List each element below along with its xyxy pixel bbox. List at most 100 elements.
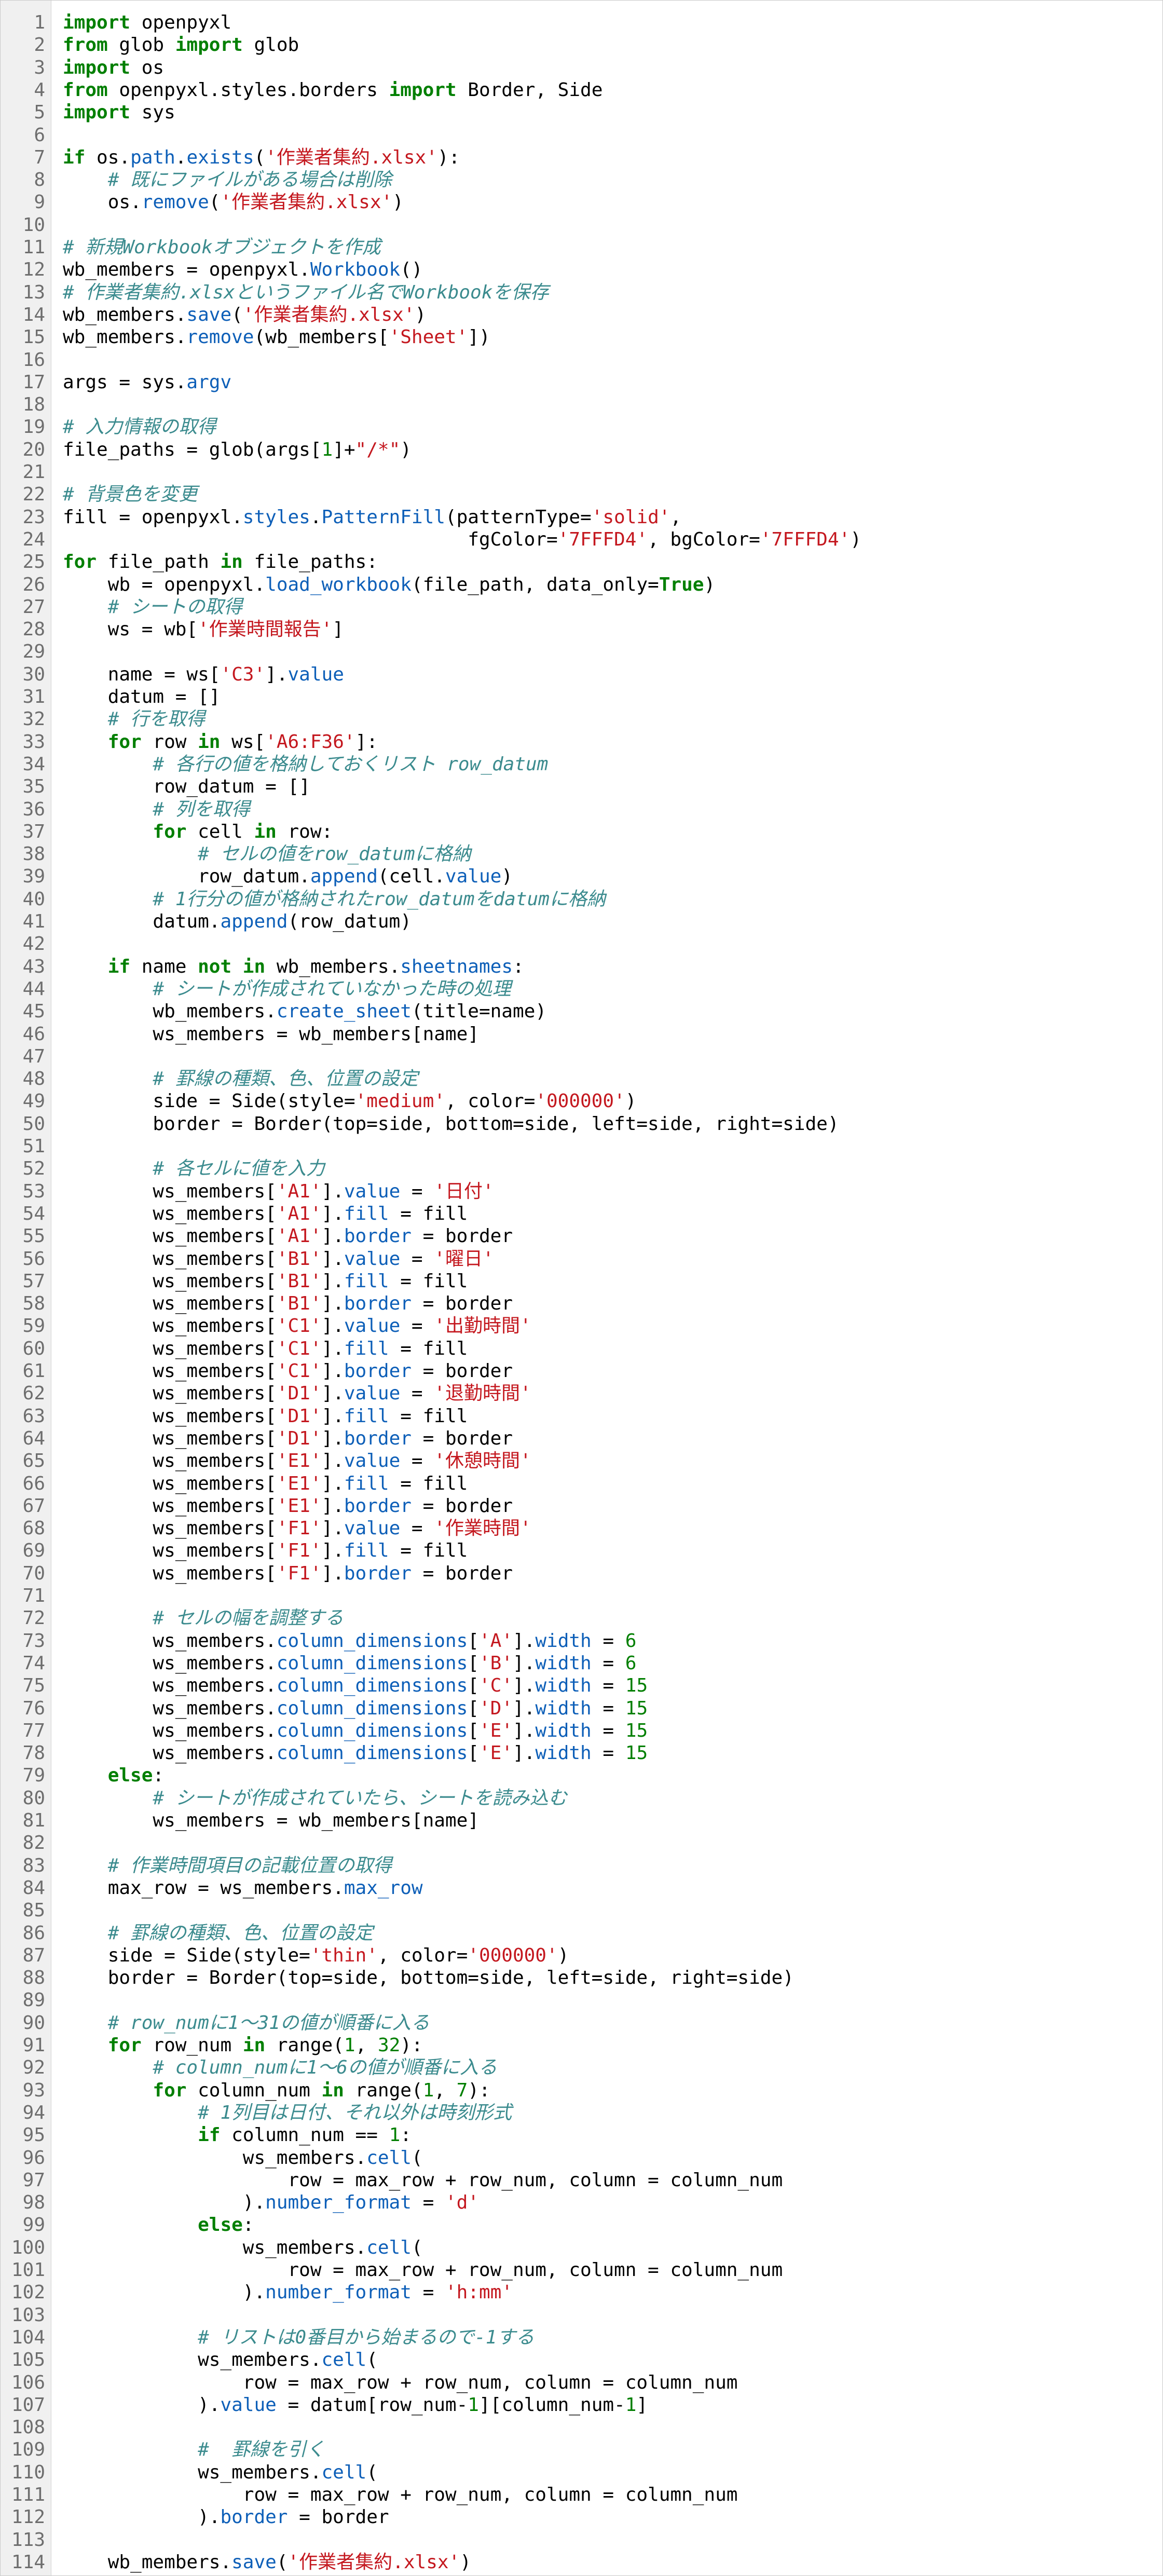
code-line[interactable]: 19 # 入力情報の取得 xyxy=(1,416,1162,438)
code-line[interactable]: 74 ws_members.column_dimensions['B'].wid… xyxy=(1,1652,1162,1674)
code-line[interactable]: 63 ws_members['D1'].fill = fill xyxy=(1,1405,1162,1427)
code-line[interactable]: 50 border = Border(top=side, bottom=side… xyxy=(1,1113,1162,1135)
code-line[interactable]: 62 ws_members['D1'].value = '退勤時間' xyxy=(1,1382,1162,1405)
code-line[interactable]: 53 ws_members['A1'].value = '日付' xyxy=(1,1180,1162,1203)
code-line[interactable]: 13 # 作業者集約.xlsxというファイル名でWorkbookを保存 xyxy=(1,281,1162,304)
code-line[interactable]: 32 # 行を取得 xyxy=(1,708,1162,730)
code-line[interactable]: 114 wb_members.save('作業者集約.xlsx') xyxy=(1,2551,1162,2573)
code-line[interactable]: 106 row = max_row + row_num, column = co… xyxy=(1,2371,1162,2394)
code-line[interactable]: 80 # シートが作成されていたら、シートを読み込む xyxy=(1,1787,1162,1809)
code-line[interactable]: 61 ws_members['C1'].border = border xyxy=(1,1360,1162,1382)
code-line[interactable]: 2 from glob import glob xyxy=(1,34,1162,56)
code-line[interactable]: 22 # 背景色を変更 xyxy=(1,483,1162,506)
code-line[interactable]: 33 for row in ws['A6:F36']: xyxy=(1,731,1162,753)
code-line[interactable]: 17 args = sys.argv xyxy=(1,371,1162,393)
code-line[interactable]: 54 ws_members['A1'].fill = fill xyxy=(1,1203,1162,1225)
code-line[interactable]: 67 ws_members['E1'].border = border xyxy=(1,1495,1162,1517)
code-line[interactable]: 14 wb_members.save('作業者集約.xlsx') xyxy=(1,304,1162,326)
code-line[interactable]: 87 side = Side(style='thin', color='0000… xyxy=(1,1944,1162,1967)
code-line[interactable]: 5 import sys xyxy=(1,101,1162,124)
code-line[interactable]: 101 row = max_row + row_num, column = co… xyxy=(1,2259,1162,2281)
code-line[interactable]: 35 row_datum = [] xyxy=(1,775,1162,798)
code-line[interactable]: 110 ws_members.cell( xyxy=(1,2461,1162,2484)
code-line[interactable]: 31 datum = [] xyxy=(1,686,1162,708)
code-line[interactable]: 83 # 作業時間項目の記載位置の取得 xyxy=(1,1855,1162,1877)
code-line[interactable]: 86 # 罫線の種類、色、位置の設定 xyxy=(1,1922,1162,1944)
code-line[interactable]: 38 # セルの値をrow_datumに格納 xyxy=(1,843,1162,865)
code-line[interactable]: 99 else: xyxy=(1,2214,1162,2236)
code-line[interactable]: 92 # column_numに1～6の値が順番に入る xyxy=(1,2056,1162,2079)
code-line[interactable]: 46 ws_members = wb_members[name] xyxy=(1,1023,1162,1045)
code-line[interactable]: 78 ws_members.column_dimensions['E'].wid… xyxy=(1,1742,1162,1764)
code-line[interactable]: 28 ws = wb['作業時間報告'] xyxy=(1,618,1162,640)
code-line[interactable]: 94 # 1列目は日付、それ以外は時刻形式 xyxy=(1,2102,1162,2124)
code-line[interactable]: 47 xyxy=(1,1045,1162,1068)
code-line[interactable]: 30 name = ws['C3'].value xyxy=(1,663,1162,686)
code-line[interactable]: 48 # 罫線の種類、色、位置の設定 xyxy=(1,1068,1162,1090)
code-line[interactable]: 20 file_paths = glob(args[1]+"/*") xyxy=(1,439,1162,461)
code-line[interactable]: 85 xyxy=(1,1899,1162,1921)
code-line[interactable]: 66 ws_members['E1'].fill = fill xyxy=(1,1473,1162,1495)
code-line[interactable]: 15 wb_members.remove(wb_members['Sheet']) xyxy=(1,326,1162,348)
code-line[interactable]: 21 xyxy=(1,461,1162,483)
code-line[interactable]: 91 for row_num in range(1, 32): xyxy=(1,2034,1162,2056)
code-line[interactable]: 8 # 既にファイルがある場合は削除 xyxy=(1,169,1162,191)
code-line[interactable]: 24 fgColor='7FFFD4', bgColor='7FFFD4') xyxy=(1,528,1162,551)
code-line[interactable]: 65 ws_members['E1'].value = '休憩時間' xyxy=(1,1450,1162,1472)
code-line[interactable]: 27 # シートの取得 xyxy=(1,596,1162,618)
code-line[interactable]: 26 wb = openpyxl.load_workbook(file_path… xyxy=(1,574,1162,596)
code-line[interactable]: 100 ws_members.cell( xyxy=(1,2237,1162,2259)
code-line[interactable]: 11 # 新規Workbookオブジェクトを作成 xyxy=(1,236,1162,258)
code-line[interactable]: 96 ws_members.cell( xyxy=(1,2147,1162,2169)
code-line[interactable]: 77 ws_members.column_dimensions['E'].wid… xyxy=(1,1720,1162,1742)
code-line[interactable]: 3 import os xyxy=(1,57,1162,79)
code-editor[interactable]: 1 import openpyxl 2 from glob import glob 3 i… xyxy=(0,0,1163,2576)
code-line[interactable]: 58 ws_members['B1'].border = border xyxy=(1,1292,1162,1315)
code-line[interactable]: 79 else: xyxy=(1,1764,1162,1787)
code-line[interactable]: 72 # セルの幅を調整する xyxy=(1,1607,1162,1629)
code-line[interactable]: 4 from openpyxl.styles.borders import Bor… xyxy=(1,79,1162,101)
code-line[interactable]: 34 # 各行の値を格納しておくリスト row_datum xyxy=(1,753,1162,775)
code-line[interactable]: 12 wb_members = openpyxl.Workbook() xyxy=(1,258,1162,281)
code-line[interactable]: 104 # リストは0番目から始まるので-1する xyxy=(1,2326,1162,2349)
code-line[interactable]: 75 ws_members.column_dimensions['C'].wid… xyxy=(1,1674,1162,1697)
code-line[interactable]: 1 import openpyxl xyxy=(1,11,1162,34)
code-line[interactable]: 108 xyxy=(1,2416,1162,2438)
code-line[interactable]: 113 xyxy=(1,2529,1162,2551)
code-line[interactable]: 29 xyxy=(1,640,1162,663)
code-line[interactable]: 41 datum.append(row_datum) xyxy=(1,910,1162,933)
code-line[interactable]: 97 row = max_row + row_num, column = col… xyxy=(1,2169,1162,2191)
code-line[interactable]: 64 ws_members['D1'].border = border xyxy=(1,1427,1162,1450)
code-line[interactable]: 51 xyxy=(1,1135,1162,1157)
code-line[interactable]: 59 ws_members['C1'].value = '出勤時間' xyxy=(1,1315,1162,1337)
code-line[interactable]: 57 ws_members['B1'].fill = fill xyxy=(1,1270,1162,1292)
code-line[interactable]: 68 ws_members['F1'].value = '作業時間' xyxy=(1,1517,1162,1539)
code-line[interactable]: 98 ).number_format = 'd' xyxy=(1,2191,1162,2214)
code-line[interactable]: 39 row_datum.append(cell.value) xyxy=(1,865,1162,888)
code-line[interactable]: 90 # row_numに1～31の値が順番に入る xyxy=(1,2012,1162,2034)
code-line[interactable]: 9 os.remove('作業者集約.xlsx') xyxy=(1,191,1162,213)
code-line[interactable]: 42 xyxy=(1,933,1162,955)
code-line[interactable]: 111 row = max_row + row_num, column = co… xyxy=(1,2484,1162,2506)
code-line[interactable]: 93 for column_num in range(1, 7): xyxy=(1,2079,1162,2102)
code-line[interactable]: 23 fill = openpyxl.styles.PatternFill(pat… xyxy=(1,506,1162,528)
code-line[interactable]: 10 xyxy=(1,214,1162,236)
code-line[interactable]: 60 ws_members['C1'].fill = fill xyxy=(1,1338,1162,1360)
code-line[interactable]: 25 for file_path in file_paths: xyxy=(1,551,1162,573)
code-line[interactable]: 73 ws_members.column_dimensions['A'].wid… xyxy=(1,1630,1162,1652)
code-line[interactable]: 7 if os.path.exists('作業者集約.xlsx'): xyxy=(1,146,1162,169)
code-line[interactable]: 82 xyxy=(1,1832,1162,1854)
code-line[interactable]: 105 ws_members.cell( xyxy=(1,2349,1162,2371)
code-line[interactable]: 45 wb_members.create_sheet(title=name) xyxy=(1,1000,1162,1023)
code-line[interactable]: 40 # 1行分の値が格納されたrow_datumをdatumに格納 xyxy=(1,888,1162,910)
code-line[interactable]: 95 if column_num == 1: xyxy=(1,2124,1162,2146)
code-line[interactable]: 89 xyxy=(1,1989,1162,2011)
code-line[interactable]: 52 # 各セルに値を入力 xyxy=(1,1157,1162,1180)
code-line[interactable]: 16 xyxy=(1,349,1162,371)
code-line[interactable]: 102 ).number_format = 'h:mm' xyxy=(1,2281,1162,2304)
code-line[interactable]: 70 ws_members['F1'].border = border xyxy=(1,1562,1162,1585)
code-line[interactable]: 103 xyxy=(1,2304,1162,2326)
code-line[interactable]: 88 border = Border(top=side, bottom=side… xyxy=(1,1967,1162,1989)
code-line[interactable]: 112 ).border = border xyxy=(1,2506,1162,2528)
code-line[interactable]: 81 ws_members = wb_members[name] xyxy=(1,1809,1162,1832)
